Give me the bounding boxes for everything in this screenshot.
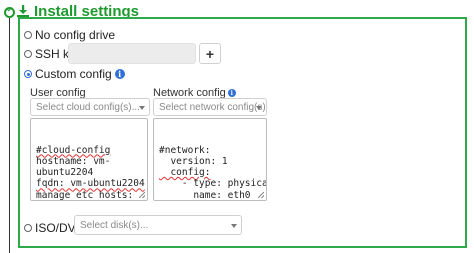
chevron-down-icon: [256, 106, 262, 110]
disk-select[interactable]: Select disk(s)...: [74, 215, 242, 235]
code-line: #network:: [159, 144, 211, 156]
resize-handle[interactable]: [139, 192, 145, 198]
info-icon[interactable]: i: [114, 69, 125, 79]
iso-dvd-radio[interactable]: [24, 224, 32, 232]
code-line: ubuntu2204: [36, 167, 94, 179]
chevron-down-icon: [139, 106, 145, 110]
code-line: hostname: vm-: [36, 155, 111, 167]
code-line: fqdn: vm-ubuntu2204: [36, 178, 145, 190]
code-line: config:: [159, 167, 211, 179]
info-icon[interactable]: i: [227, 89, 236, 98]
network-config-select-placeholder: Select network config(s)...: [159, 102, 267, 113]
disk-select-placeholder: Select disk(s)...: [80, 220, 149, 231]
custom-config-option[interactable]: Custom config i: [24, 67, 125, 81]
install-settings-panel: No config drive SSH key + Custom config …: [18, 17, 467, 248]
step-complete-icon: [4, 5, 15, 18]
code-line: name: eth0: [159, 189, 251, 201]
add-ssh-key-button[interactable]: +: [199, 43, 221, 64]
user-config-textarea[interactable]: #cloud-config hostname: vm-ubuntu2204 fqdn…: [30, 118, 148, 201]
code-line: #cloud-config: [36, 144, 111, 156]
resize-handle[interactable]: [258, 192, 264, 198]
network-config-select[interactable]: Select network config(s)...: [153, 98, 267, 116]
cloud-config-select[interactable]: Select cloud config(s)...: [30, 98, 150, 116]
code-line: - type: physical: [159, 178, 267, 190]
timeline-line: [9, 12, 10, 253]
chevron-down-icon: [231, 224, 237, 228]
download-icon: [17, 5, 29, 18]
no-config-label: No config drive: [35, 28, 116, 42]
custom-config-radio[interactable]: [24, 70, 32, 78]
no-config-option[interactable]: No config drive: [24, 28, 115, 42]
cloud-config-select-placeholder: Select cloud config(s)...: [36, 102, 140, 113]
code-line: manage_etc_hosts:: [36, 189, 134, 201]
custom-config-label: Custom config: [35, 67, 112, 81]
no-config-radio[interactable]: [24, 31, 32, 39]
code-line: version: 1: [159, 155, 228, 167]
ssh-key-radio[interactable]: [24, 50, 32, 58]
network-config-textarea[interactable]: #network: version: 1 config: - type: phy…: [153, 118, 267, 201]
ssh-key-input[interactable]: [68, 43, 196, 64]
